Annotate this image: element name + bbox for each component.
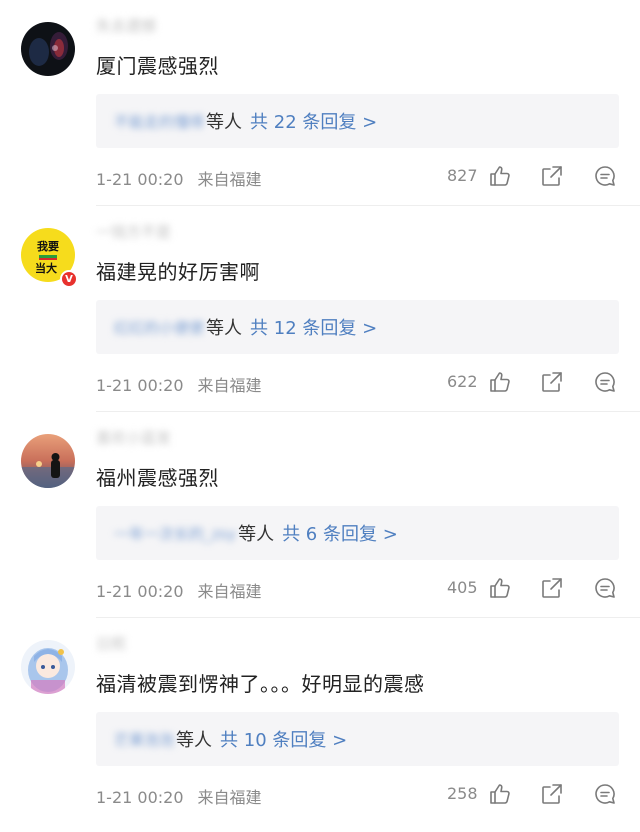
comment-location: 来自福建 <box>197 582 262 601</box>
reply-suffix: 等人 <box>176 730 213 751</box>
thumb-up-icon[interactable] <box>488 370 512 394</box>
username[interactable]: 日熙 <box>96 633 126 654</box>
comment-text: 福州震感强烈 <box>96 466 219 490</box>
comment-meta: 1-21 00:20 来自福建 <box>96 578 262 602</box>
comment-location: 来自福建 <box>197 376 262 395</box>
view-replies-link[interactable]: 共 6 条回复 > <box>282 520 398 546</box>
like-count: 405 <box>447 578 478 597</box>
reply-suffix: 等人 <box>238 524 275 545</box>
avatar-image <box>21 640 75 694</box>
verified-badge: V <box>60 270 78 288</box>
comment-text: 福建晃的好厉害啊 <box>96 260 260 284</box>
comment-item: 日熙 福清被震到愣神了。。。好明显的震感 芒果泡泡 等人 共 10 条回复 > … <box>0 618 640 824</box>
comment-location: 来自福建 <box>197 170 262 189</box>
reply-preview[interactable]: 芒果泡泡 等人 共 10 条回复 > <box>96 712 619 766</box>
like-count: 258 <box>447 784 478 803</box>
reply-suffix: 等人 <box>206 112 243 133</box>
view-replies-link[interactable]: 共 10 条回复 > <box>220 726 347 752</box>
comment-location: 来自福建 <box>197 788 262 807</box>
username[interactable]: 一钱方不是 <box>96 221 171 242</box>
comment-item: 失去遗憾 厦门震感强烈 不能走的懂得 等人 共 22 条回复 > 1-21 00… <box>0 0 640 206</box>
avatar-text-top: 我要 <box>37 239 59 253</box>
share-icon[interactable] <box>540 164 564 188</box>
avatar[interactable] <box>21 434 75 488</box>
comment-feed: 失去遗憾 厦门震感强烈 不能走的懂得 等人 共 22 条回复 > 1-21 00… <box>0 0 640 832</box>
avatar[interactable] <box>21 22 75 76</box>
comment-time: 1-21 00:20 <box>96 170 184 189</box>
like-count: 827 <box>447 166 478 185</box>
comment-meta: 1-21 00:20 来自福建 <box>96 372 262 396</box>
comment-icon[interactable] <box>593 576 617 600</box>
username[interactable]: 喜欢小蓝发 <box>96 427 171 448</box>
view-replies-link[interactable]: 共 12 条回复 > <box>250 314 377 340</box>
reply-user-names[interactable]: 芒果泡泡 <box>114 729 174 750</box>
comment-icon[interactable] <box>593 370 617 394</box>
avatar-image <box>21 434 75 488</box>
reply-preview[interactable]: 一年一次长的_zsy 等人 共 6 条回复 > <box>96 506 619 560</box>
reply-preview[interactable]: 红红的小便便 等人 共 12 条回复 > <box>96 300 619 354</box>
reply-user-names[interactable]: 不能走的懂得 <box>114 111 204 132</box>
view-replies-link[interactable]: 共 22 条回复 > <box>250 108 377 134</box>
comment-text: 福清被震到愣神了。。。好明显的震感 <box>96 672 425 696</box>
reply-preview[interactable]: 不能走的懂得 等人 共 22 条回复 > <box>96 94 619 148</box>
share-icon[interactable] <box>540 576 564 600</box>
avatar[interactable] <box>21 640 75 694</box>
share-icon[interactable] <box>540 370 564 394</box>
comment-meta: 1-21 00:20 来自福建 <box>96 166 262 190</box>
thumb-up-icon[interactable] <box>488 782 512 806</box>
reply-user-names[interactable]: 红红的小便便 <box>114 317 204 338</box>
share-icon[interactable] <box>540 782 564 806</box>
reply-user-names[interactable]: 一年一次长的_zsy <box>114 523 236 544</box>
comment-time: 1-21 00:20 <box>96 376 184 395</box>
comment-time: 1-21 00:20 <box>96 582 184 601</box>
username[interactable]: 失去遗憾 <box>96 15 156 36</box>
thumb-up-icon[interactable] <box>488 576 512 600</box>
avatar-image <box>21 22 75 76</box>
comment-item: 喜欢小蓝发 福州震感强烈 一年一次长的_zsy 等人 共 6 条回复 > 1-2… <box>0 412 640 618</box>
comment-time: 1-21 00:20 <box>96 788 184 807</box>
like-count: 622 <box>447 372 478 391</box>
comment-text: 厦门震感强烈 <box>96 54 219 78</box>
comment-icon[interactable] <box>593 164 617 188</box>
thumb-up-icon[interactable] <box>488 164 512 188</box>
reply-suffix: 等人 <box>206 318 243 339</box>
avatar-text-bottom: 当大 <box>35 261 57 275</box>
comment-item: 我要 当大 V 一钱方不是 福建晃的好厉害啊 红红的小便便 等人 共 12 条回… <box>0 206 640 412</box>
comment-meta: 1-21 00:20 来自福建 <box>96 784 262 808</box>
comment-icon[interactable] <box>593 782 617 806</box>
